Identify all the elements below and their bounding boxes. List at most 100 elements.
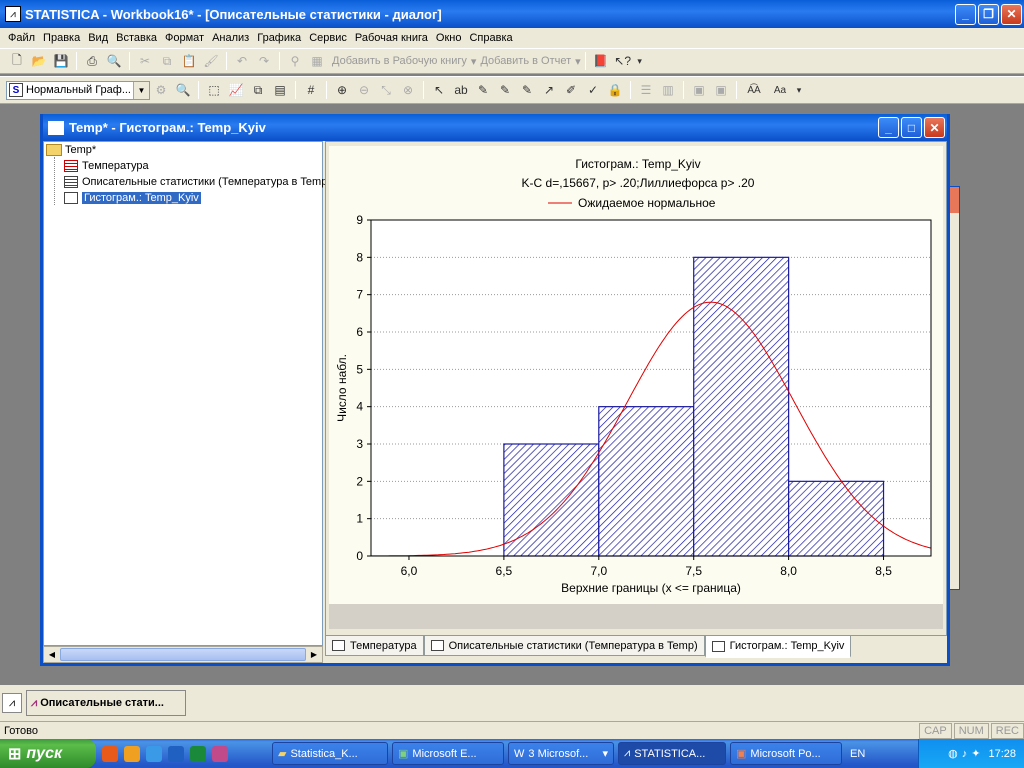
print-icon[interactable]: ⎙ [83,52,101,70]
workbook-maximize-button[interactable]: □ [901,117,922,138]
reset-zoom-icon[interactable]: ⊗ [399,81,417,99]
ie-icon[interactable] [168,745,184,762]
minimized-window[interactable]: ⩘ Описательные стати... [26,690,186,716]
font-smaller-icon[interactable]: Aa [769,81,791,99]
app-icon[interactable] [212,745,228,762]
antivirus-icon[interactable]: ✦ [971,747,980,760]
open-folder-icon[interactable]: 📂 [30,52,48,70]
new-file-icon[interactable]: 🗋 [8,52,26,70]
minimize-button[interactable]: _ [955,3,976,25]
line-tool-icon[interactable]: ✎ [518,81,536,99]
menu-help[interactable]: Справка [465,32,516,44]
tree-item-spreadsheet[interactable]: Температура [64,160,149,172]
ellipse-tool-icon[interactable]: ✎ [496,81,514,99]
menu-analysis[interactable]: Анализ [208,32,253,44]
start-button[interactable]: ⊞ пуск [0,739,96,768]
task-excel[interactable]: ▣ Microsoft E... [392,742,504,765]
quicklaunch-icon[interactable] [124,745,140,762]
print-preview-icon[interactable]: 🔍 [105,52,123,70]
workbook-add-icon[interactable]: ▦ [308,52,326,70]
layout-icon[interactable]: ▥ [659,81,677,99]
menu-graphics[interactable]: Графика [253,32,305,44]
excel-icon[interactable] [190,745,206,762]
tree-horizontal-scrollbar[interactable]: ◀ ▶ [43,646,323,663]
book-icon[interactable]: 📕 [592,52,610,70]
network-icon[interactable]: ◍ [948,747,958,760]
menu-workbook[interactable]: Рабочая книга [351,32,432,44]
statistica-icon[interactable]: ⩘ [2,693,22,713]
add-to-report-button[interactable]: Добавить в Отчет [480,55,571,67]
chevron-down-icon[interactable]: ▾ [575,55,581,68]
align-icon[interactable]: ☰ [637,81,655,99]
check-tool-icon[interactable]: ✓ [584,81,602,99]
add-to-workbook-button[interactable]: Добавить в Рабочую книгу [332,55,467,67]
windows-logo-icon: ⊞ [8,745,22,763]
pointer-icon[interactable]: ↖ [430,81,448,99]
paste-icon[interactable]: 📋 [180,52,198,70]
close-button[interactable]: ✕ [1001,3,1022,25]
tab-descriptive-stats[interactable]: Описательные статистики (Температура в T… [423,636,705,656]
menu-insert[interactable]: Вставка [112,32,161,44]
tree-root[interactable]: Temp* [46,144,96,156]
menu-tools[interactable]: Сервис [305,32,351,44]
volume-icon[interactable]: ♪ [962,748,968,760]
ie-icon[interactable] [146,745,162,762]
grid-icon[interactable]: # [302,81,320,99]
task-powerpoint[interactable]: ▣ Microsoft Po... [730,742,842,765]
lock-tool-icon[interactable]: 🔒 [606,81,624,99]
graph-data-icon[interactable]: 📈 [227,81,245,99]
task-statistica-folder[interactable]: ▰ Statistica_K... [272,742,388,765]
copy-icon[interactable]: ⧉ [158,52,176,70]
brush-tool-icon[interactable]: ✐ [562,81,580,99]
send-back-icon[interactable]: ▣ [712,81,730,99]
menu-edit[interactable]: Правка [39,32,84,44]
format-painter-icon[interactable]: 🖌 [202,52,220,70]
menu-window[interactable]: Окно [432,32,466,44]
chevron-down-icon[interactable]: ▼ [133,81,149,99]
menu-view[interactable]: Вид [84,32,112,44]
resize-icon[interactable]: ⤡ [377,81,395,99]
caps-indicator: CAP [919,722,952,739]
save-icon[interactable]: 💾 [52,52,70,70]
help-pointer-icon[interactable]: ↖? [614,52,632,70]
zoom-in-icon[interactable]: ⊕ [333,81,351,99]
spreadsheet-icon [332,640,345,651]
scrollbar-thumb[interactable] [60,648,306,661]
menu-format[interactable]: Формат [161,32,208,44]
chevron-down-icon[interactable]: ▾ [636,52,644,70]
workbook-close-button[interactable]: ✕ [924,117,945,138]
find-icon[interactable]: ⚲ [286,52,304,70]
rectangle-tool-icon[interactable]: ✎ [474,81,492,99]
scroll-right-icon[interactable]: ▶ [306,650,322,659]
select-area-icon[interactable]: ⬚ [205,81,223,99]
zoom-out-icon[interactable]: ⊖ [355,81,373,99]
graph-table-icon[interactable]: ▤ [271,81,289,99]
arrow-tool-icon[interactable]: ↗ [540,81,558,99]
chevron-down-icon[interactable]: ▾ [795,81,803,99]
zoom-graph-icon[interactable]: 🔍 [174,81,192,99]
x-tick-label: 8,5 [875,564,892,578]
tree-item-descriptive-stats[interactable]: Описательные статистики (Температура в T… [64,176,331,188]
task-statistica[interactable]: ⩘ STATISTICA... [618,742,726,765]
graph-style-combo[interactable]: S Нормальный Граф... ▼ [6,80,150,100]
language-indicator[interactable]: EN [850,748,865,760]
tree-item-histogram[interactable]: Гистограм.: Temp_Kyiv [64,192,201,204]
scroll-left-icon[interactable]: ◀ [44,650,60,659]
undo-icon[interactable]: ↶ [233,52,251,70]
menu-file[interactable]: Файл [4,32,39,44]
restore-button[interactable]: ❐ [978,3,999,25]
graph-icon [64,192,78,204]
graph-option-icon[interactable]: ⚙ [152,81,170,99]
font-larger-icon[interactable]: A͡A [743,81,765,99]
graph-link-icon[interactable]: ⧉ [249,81,267,99]
tab-temperature[interactable]: Температура [325,636,424,656]
task-word-group[interactable]: W 3 Microsof... ▾ [508,742,614,765]
bring-front-icon[interactable]: ▣ [690,81,708,99]
chevron-down-icon[interactable]: ▾ [471,55,477,68]
opera-icon[interactable] [102,745,118,762]
workbook-minimize-button[interactable]: _ [878,117,899,138]
redo-icon[interactable]: ↷ [255,52,273,70]
tab-histogram[interactable]: Гистограм.: Temp_Kyiv [704,636,852,658]
text-tool-icon[interactable]: ab [452,81,470,99]
cut-icon[interactable]: ✂ [136,52,154,70]
